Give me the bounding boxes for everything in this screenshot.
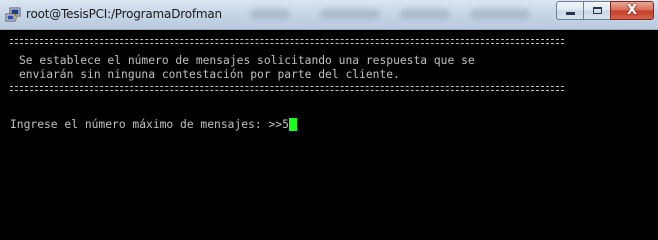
text-cursor xyxy=(288,118,297,131)
putty-window: root@TesisPCI:/ProgramaDrofman X Se esta… xyxy=(0,0,658,240)
maximize-icon xyxy=(592,7,602,14)
message-line: enviarán sin ninguna contestación por pa… xyxy=(19,68,400,81)
title-bar-blur xyxy=(400,9,450,19)
title-bar[interactable]: root@TesisPCI:/ProgramaDrofman X xyxy=(0,0,658,30)
title-bar-blur xyxy=(470,9,530,19)
title-bar-blur xyxy=(250,9,290,19)
title-bar-blur xyxy=(320,9,380,19)
close-icon: X xyxy=(626,3,638,18)
terminal-area[interactable]: Se establece el número de mensajes solic… xyxy=(0,30,658,240)
putty-icon[interactable] xyxy=(5,7,21,23)
close-button[interactable]: X xyxy=(610,1,654,20)
separator-line xyxy=(10,90,564,91)
separator-line xyxy=(10,39,564,40)
minimize-icon xyxy=(565,12,575,15)
separator-line xyxy=(10,86,564,87)
caption-buttons: X xyxy=(556,1,654,20)
maximize-button[interactable] xyxy=(583,1,610,20)
window-title: root@TesisPCI:/ProgramaDrofman xyxy=(26,7,222,21)
minimize-button[interactable] xyxy=(556,1,583,20)
input-value[interactable]: 5 xyxy=(282,118,289,131)
prompt-line: Ingrese el número máximo de mensajes: >>… xyxy=(10,118,297,131)
separator-line xyxy=(10,43,564,44)
prompt-text: Ingrese el número máximo de mensajes: >> xyxy=(10,118,283,131)
message-line: Se establece el número de mensajes solic… xyxy=(19,54,475,67)
